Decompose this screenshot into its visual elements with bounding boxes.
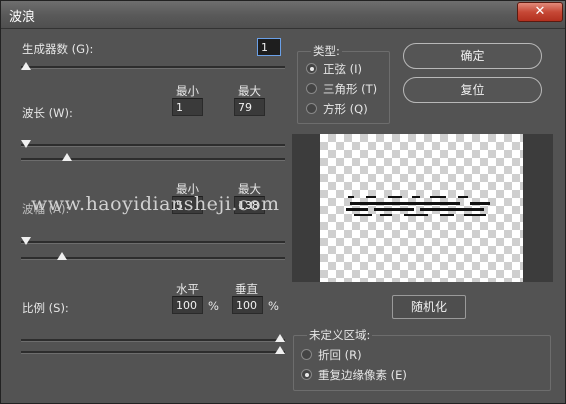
repeat-edge-pixels-radio[interactable] (301, 369, 312, 380)
scale-vertical-header: 垂直 (235, 282, 258, 296)
wavelength-min-slider-thumb[interactable] (21, 140, 31, 148)
generators-slider-track[interactable] (21, 66, 285, 69)
wavelength-label: 波长 (W): (22, 106, 73, 120)
wavelength-min-input[interactable]: 1 (172, 98, 203, 116)
wrap-around-label: 折回 (R) (318, 348, 362, 362)
generators-label: 生成器数 (G): (22, 42, 94, 56)
scale-vertical-input[interactable]: 100 (232, 296, 263, 314)
type-group-title: 类型: (311, 43, 342, 59)
close-icon: ✕ (534, 4, 546, 19)
wave-dialog: 波浪 ✕ 生成器数 (G): 1 最小 最大 波长 (W): 1 79 最小 最… (0, 0, 566, 404)
ok-button[interactable]: 确定 (403, 43, 542, 69)
scale-horizontal-header: 水平 (176, 282, 199, 296)
generators-input[interactable]: 1 (257, 38, 281, 56)
wavelength-max-slider-thumb[interactable] (61, 153, 72, 161)
scale-horizontal-percent: % (208, 299, 219, 313)
title-bar[interactable]: 波浪 ✕ (1, 1, 565, 29)
amplitude-max-slider-thumb[interactable] (56, 252, 67, 260)
dialog-title: 波浪 (9, 10, 36, 25)
type-triangle-radio[interactable] (306, 83, 317, 94)
reset-button[interactable]: 复位 (403, 77, 542, 103)
type-sine-radio[interactable] (306, 63, 317, 74)
wavelength-min-header: 最小 (176, 84, 199, 98)
type-square-radio[interactable] (306, 103, 317, 114)
scale-horizontal-input[interactable]: 100 (172, 296, 203, 314)
type-sine-label: 正弦 (I) (323, 62, 363, 76)
wavelength-max-input[interactable]: 79 (234, 98, 265, 116)
type-square-label: 方形 (Q) (323, 102, 368, 116)
scale-vertical-slider-track[interactable] (21, 351, 285, 354)
scale-vertical-slider-thumb[interactable] (275, 346, 285, 354)
close-button[interactable]: ✕ (517, 2, 563, 22)
preview-wave-graphic (346, 196, 490, 216)
wavelength-max-slider-track[interactable] (21, 158, 285, 161)
randomize-button[interactable]: 随机化 (392, 295, 466, 319)
amplitude-min-slider-track[interactable] (21, 241, 285, 244)
scale-horizontal-slider-track[interactable] (21, 339, 285, 342)
scale-vertical-percent: % (268, 299, 279, 313)
undefined-area-title: 未定义区域: (307, 327, 373, 343)
wrap-around-radio[interactable] (301, 349, 312, 360)
generators-slider-thumb[interactable] (21, 62, 31, 70)
repeat-edge-pixels-label: 重复边缘像素 (E) (318, 368, 407, 382)
preview-canvas[interactable] (320, 134, 523, 282)
scale-label: 比例 (S): (22, 301, 69, 315)
watermark-text: www.haoyidiansheji.com (31, 193, 280, 215)
wavelength-max-header: 最大 (238, 84, 261, 98)
wavelength-min-slider-track[interactable] (21, 144, 285, 147)
scale-horizontal-slider-thumb[interactable] (275, 334, 285, 342)
amplitude-min-slider-thumb[interactable] (21, 237, 31, 245)
preview-panel (292, 134, 553, 282)
type-triangle-label: 三角形 (T) (323, 82, 378, 96)
